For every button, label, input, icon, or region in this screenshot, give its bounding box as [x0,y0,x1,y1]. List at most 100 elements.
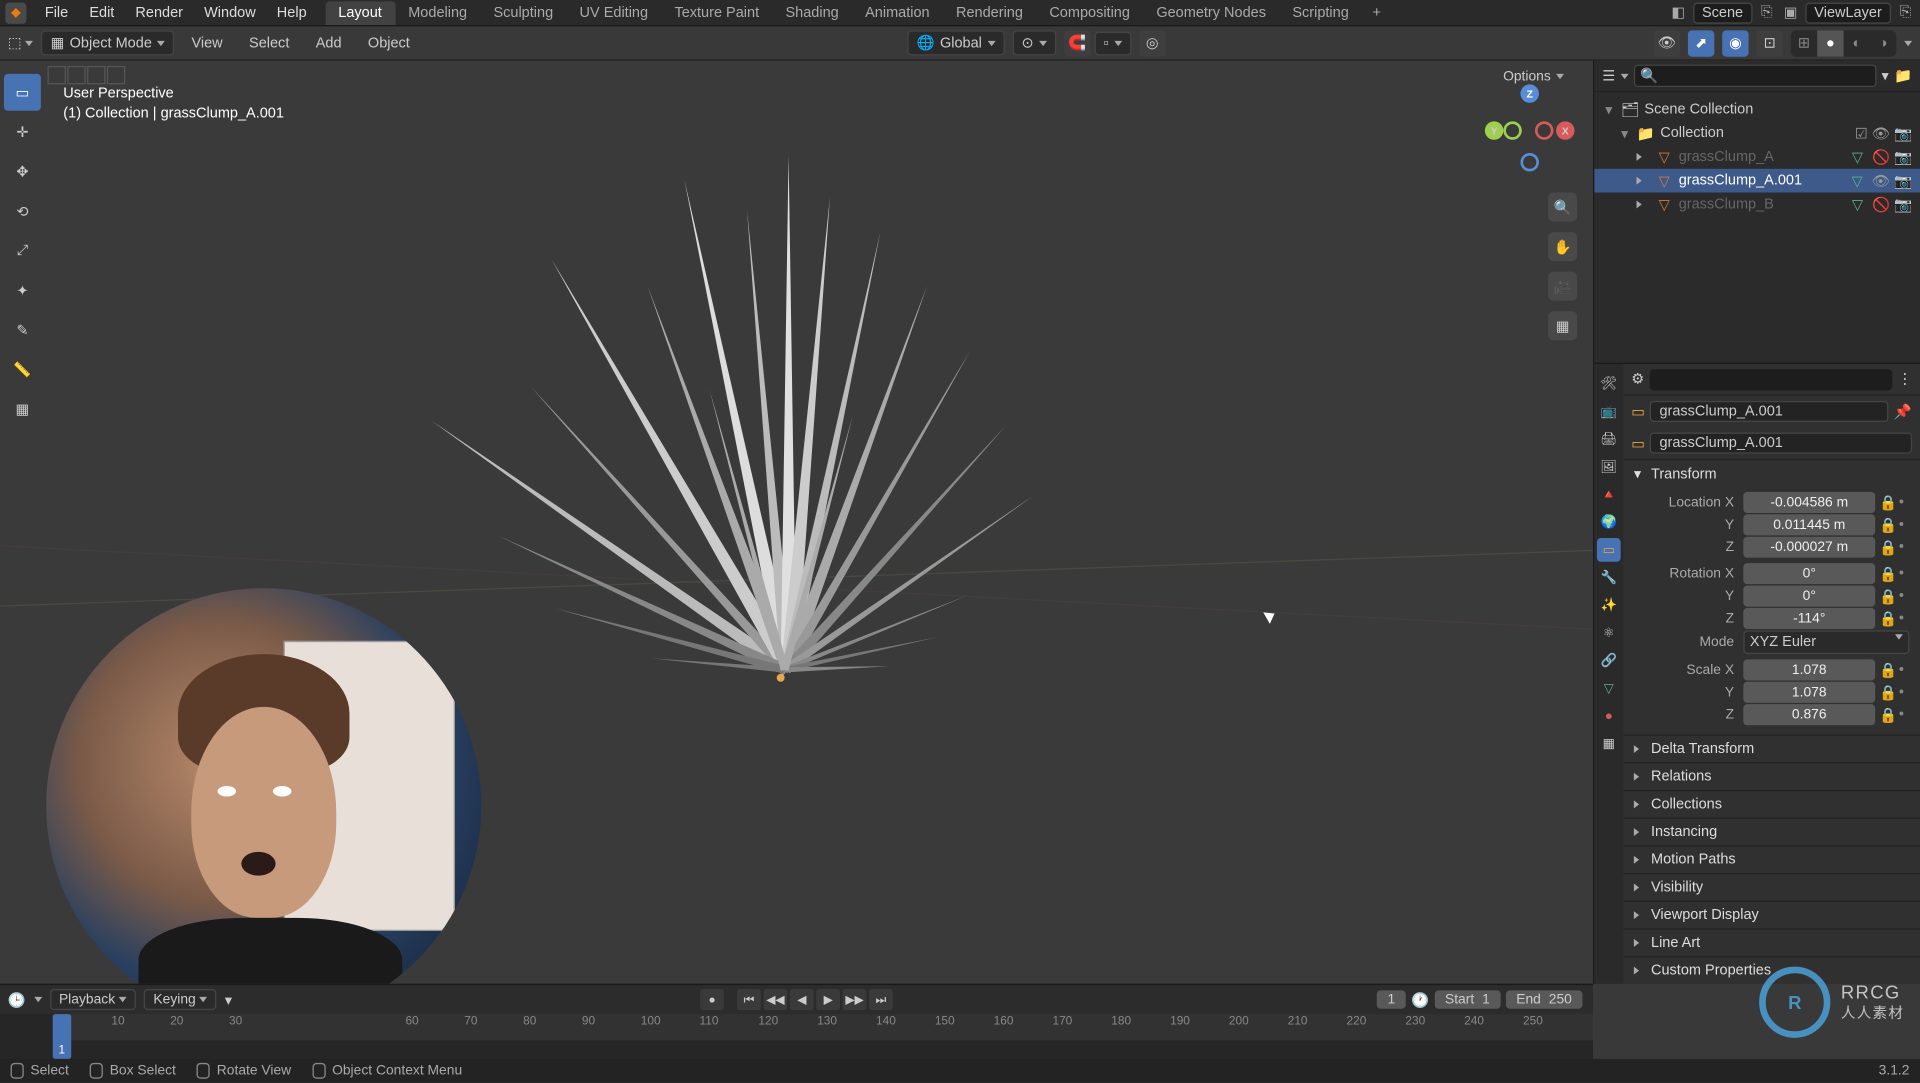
3d-viewport[interactable]: Options ▭ ✛ ✥ ⟲ ⤢ ✦ ✎ 📏 ▦ User Perspecti… [0,61,1593,984]
disclosure-icon[interactable]: ▾ [1618,125,1631,142]
play-button[interactable]: ▶ [816,989,840,1010]
editor-type-icon[interactable]: 🕒 [8,991,26,1008]
autokey-toggle[interactable]: ● [700,989,724,1010]
jump-start-button[interactable]: ⏮ [737,989,761,1010]
axis-neg-y-icon[interactable] [1503,121,1521,139]
lock-icon[interactable]: 🔒 [1879,706,1895,723]
tab-modeling[interactable]: Modeling [395,1,480,25]
field-rotation-x[interactable]: 0° [1743,563,1875,584]
editor-type-icon[interactable]: ⚙ [1631,371,1644,388]
field-location-z[interactable]: -0.000027 m [1743,537,1875,558]
rotation-mode-selector[interactable]: XYZ Euler [1743,630,1909,654]
lock-icon[interactable]: 🔒 [1879,539,1895,556]
disclosure-icon[interactable] [1637,177,1650,185]
nav-gizmo[interactable]: Z Y X [1490,92,1569,171]
shading-mode[interactable]: ⊞ ● ◐ ◑ [1791,30,1896,56]
lock-icon[interactable]: 🔒 [1879,587,1895,604]
tool-measure[interactable]: 📏 [4,351,41,388]
editor-type-icon[interactable]: ⬚ [8,34,22,51]
outliner-item[interactable]: ▽ grassClump_B ▽ 🚫📷 [1594,193,1920,217]
eye-icon[interactable]: 👁 [1872,172,1890,189]
snap-toggle[interactable]: 🧲 [1064,30,1090,56]
prop-tab-world[interactable]: 🌍 [1597,510,1621,534]
select-mode-buttons[interactable] [47,66,125,84]
snap-selector[interactable]: ▫ [1094,31,1131,55]
prop-tab-physics[interactable]: ⚛ [1597,621,1621,645]
options-dropdown[interactable]: Options [1493,66,1575,87]
disclosure-icon[interactable] [1637,153,1650,161]
start-frame-field[interactable]: Start1 [1434,990,1500,1008]
menu-help[interactable]: Help [266,1,317,25]
field-location-x[interactable]: -0.004586 m [1743,492,1875,513]
checkbox-icon[interactable]: ☑ [1855,125,1868,142]
jump-end-button[interactable]: ⏭ [869,989,893,1010]
outliner-row-collection[interactable]: ▾ 📁 Collection ☑👁📷 [1594,121,1920,145]
tool-scale[interactable]: ⤢ [4,232,41,269]
scene-selector[interactable]: Scene [1693,2,1753,23]
tab-shading[interactable]: Shading [772,1,852,25]
tab-texture-paint[interactable]: Texture Paint [661,1,772,25]
panel-header[interactable]: Motion Paths [1623,847,1920,873]
render-icon[interactable]: 📷 [1894,125,1912,142]
tab-animation[interactable]: Animation [852,1,943,25]
eye-closed-icon[interactable]: 🚫 [1872,148,1890,165]
end-frame-field[interactable]: End250 [1506,990,1583,1008]
prop-tab-viewlayer[interactable]: 🖼 [1597,455,1621,479]
object-name-field[interactable]: grassClump_A.001 [1650,401,1888,422]
viewlayer-selector[interactable]: ViewLayer [1805,2,1891,23]
perspective-button[interactable]: ▦ [1548,311,1577,340]
panel-header[interactable]: Line Art [1623,930,1920,956]
prop-tab-constraint[interactable]: 🔗 [1597,649,1621,673]
field-rotation-z[interactable]: -114° [1743,608,1875,629]
panel-header[interactable]: Instancing [1623,819,1920,845]
name-field[interactable]: grassClump_A.001 [1650,433,1912,454]
prop-tab-texture[interactable]: ▦ [1597,732,1621,756]
outliner-item[interactable]: ▽ grassClump_A ▽ 🚫📷 [1594,145,1920,169]
menu-window[interactable]: Window [194,1,267,25]
tab-rendering[interactable]: Rendering [943,1,1036,25]
axis-neg-z-icon[interactable] [1520,153,1538,171]
play-reverse-button[interactable]: ◀ [790,989,814,1010]
camera-button[interactable]: 🎥 [1548,272,1577,301]
scene-new-icon[interactable]: ⎘ [1758,3,1776,21]
outliner-item-selected[interactable]: ▽ grassClump_A.001 ▽ 👁📷 [1594,169,1920,193]
tool-select-box[interactable]: ▭ [4,74,41,111]
playback-dropdown[interactable]: Playback [50,989,137,1010]
selectability-toggle[interactable]: 👁 [1654,30,1680,56]
pan-button[interactable]: ✋ [1548,232,1577,261]
lock-icon[interactable]: 🔒 [1879,494,1895,511]
panel-header[interactable]: Relations [1623,764,1920,790]
tool-move[interactable]: ✥ [4,153,41,190]
tab-geometry-nodes[interactable]: Geometry Nodes [1143,1,1279,25]
prop-tab-material[interactable]: ● [1597,704,1621,728]
prop-tab-modifier[interactable]: 🔧 [1597,566,1621,590]
pin-icon[interactable]: 📌 [1894,403,1912,420]
disclosure-icon[interactable] [1637,200,1650,208]
tool-add[interactable]: ▦ [4,390,41,427]
timeline-ruler[interactable]: 1 10203060708090100110120130140150160170… [0,1014,1593,1059]
shading-wireframe-icon[interactable]: ⊞ [1791,30,1817,56]
prop-tab-output[interactable]: 🖨 [1597,427,1621,451]
zoom-button[interactable]: 🔍 [1548,193,1577,222]
panel-header[interactable]: Visibility [1623,874,1920,900]
proportional-edit-toggle[interactable]: ◎ [1139,30,1165,56]
prop-tab-particles[interactable]: ✨ [1597,593,1621,617]
render-icon[interactable]: 📷 [1894,196,1912,213]
lock-icon[interactable]: 🔒 [1879,661,1895,678]
menu-add[interactable]: Add [306,32,350,53]
marker-icon[interactable]: ▾ [225,991,232,1008]
current-frame-field[interactable]: 1 [1377,990,1406,1008]
lock-icon[interactable]: 🔒 [1879,565,1895,582]
shading-solid-icon[interactable]: ● [1817,30,1843,56]
shading-dropdown[interactable] [1904,40,1912,45]
orientation-selector[interactable]: 🌐 Global [907,30,1004,55]
tab-layout[interactable]: Layout [325,1,395,25]
tool-rotate[interactable]: ⟲ [4,193,41,230]
axis-x-icon[interactable]: X [1556,121,1574,139]
field-scale-z[interactable]: 0.876 [1743,704,1875,725]
field-scale-x[interactable]: 1.078 [1743,659,1875,680]
prop-tab-tool[interactable]: 🛠 [1597,372,1621,396]
outliner-search[interactable]: 🔍 [1634,65,1876,87]
field-scale-y[interactable]: 1.078 [1743,682,1875,703]
tab-sculpting[interactable]: Sculpting [480,1,566,25]
